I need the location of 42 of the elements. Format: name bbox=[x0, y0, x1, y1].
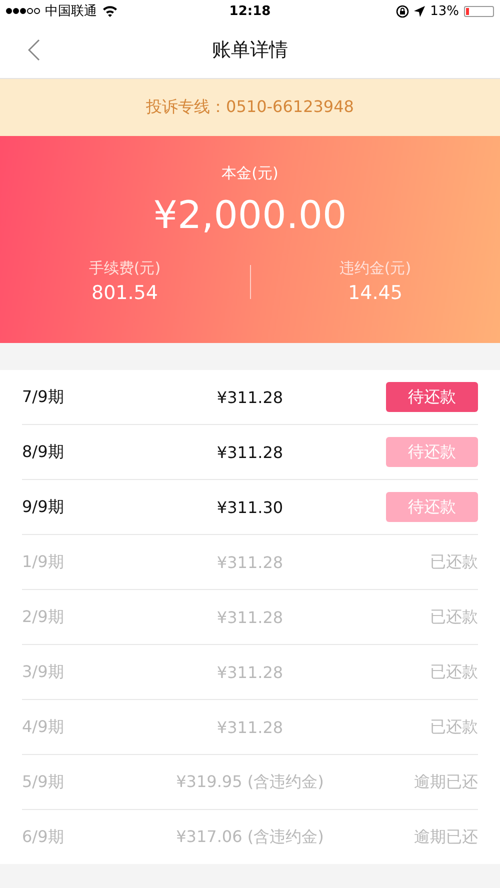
penalty-amount: 14.45 bbox=[348, 282, 402, 304]
penalty-label: 违约金(元) bbox=[339, 259, 412, 278]
carrier-name: 中国联通 bbox=[45, 3, 97, 20]
battery-icon bbox=[464, 6, 494, 16]
installment-amount: ¥311.28 bbox=[216, 608, 284, 626]
installment-period: 7/9期 bbox=[22, 386, 65, 408]
installment-period: 3/9期 bbox=[22, 662, 65, 682]
payment-status: 已还款 bbox=[430, 606, 478, 628]
installment-period: 5/9期 bbox=[22, 772, 65, 792]
installment-period: 8/9期 bbox=[22, 442, 65, 462]
payment-status: 逾期已还 bbox=[414, 772, 478, 792]
rotation-lock-icon bbox=[396, 4, 410, 18]
repay-button[interactable]: 待还款 bbox=[386, 382, 478, 412]
installment-amount: ¥311.28 bbox=[216, 718, 284, 736]
payment-status: 已还款 bbox=[430, 662, 478, 682]
installment-amount: ¥311.28 bbox=[216, 388, 284, 406]
payment-status: 已还款 bbox=[430, 552, 478, 572]
location-arrow-icon bbox=[414, 6, 426, 16]
signal-icon bbox=[6, 8, 40, 14]
complaint-hotline[interactable]: 投诉专线：0510-66123948 bbox=[146, 97, 354, 118]
installment-amount: ¥311.28 bbox=[216, 552, 284, 572]
page-title: 账单详情 bbox=[212, 38, 288, 63]
principal-amount: ¥2,000.00 bbox=[153, 193, 347, 237]
payment-status: 逾期已还 bbox=[414, 826, 478, 848]
installment-amount: ¥311.30 bbox=[216, 498, 284, 516]
status-time: 12:18 bbox=[229, 4, 271, 18]
installment-amount: ¥311.28 bbox=[216, 662, 284, 682]
installment-period: 1/9期 bbox=[22, 552, 65, 572]
principal-label: 本金(元) bbox=[222, 164, 278, 183]
installment-amount: ¥317.06 (含违约金) bbox=[175, 826, 325, 848]
installment-period: 9/9期 bbox=[22, 496, 65, 518]
wifi-icon bbox=[102, 5, 118, 17]
installment-amount: ¥319.95 (含违约金) bbox=[175, 772, 325, 792]
installment-period: 4/9期 bbox=[22, 716, 65, 738]
battery-percent: 13% bbox=[430, 4, 459, 18]
fee-amount: 801.54 bbox=[92, 282, 158, 304]
payment-status: 已还款 bbox=[430, 716, 478, 738]
back-icon[interactable] bbox=[28, 39, 40, 61]
installment-period: 2/9期 bbox=[22, 606, 65, 628]
installment-period: 6/9期 bbox=[22, 826, 65, 848]
installment-amount: ¥311.28 bbox=[216, 442, 284, 462]
fee-label: 手续费(元) bbox=[88, 259, 161, 278]
